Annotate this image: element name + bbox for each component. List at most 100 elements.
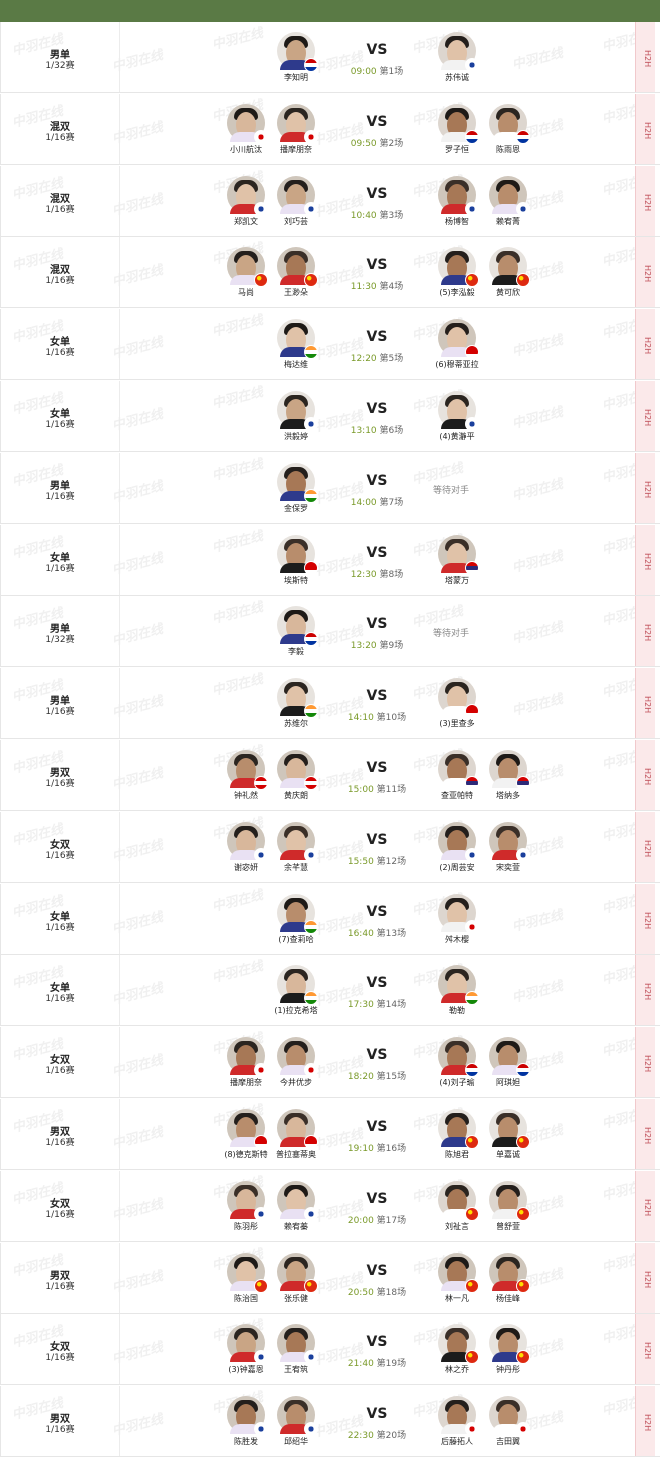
match-row[interactable]: 中羽在线中羽在线中羽在线中羽在线中羽在线中羽在线中羽在线混双1/16赛马尚王渺朵… [0,237,660,308]
h2h-button[interactable]: H2H [635,381,656,451]
player-avatar[interactable] [489,104,530,144]
player-avatar[interactable] [438,176,479,216]
match-row[interactable]: 中羽在线中羽在线中羽在线中羽在线中羽在线中羽在线中羽在线混双1/16赛小川航汰播… [0,94,660,165]
match-row[interactable]: 中羽在线 中羽在线 中羽在线 中羽在线 中羽在线 中羽在线 中羽在线 女单 1/16赛 洪毅婷 (4… [0,381,660,452]
player-card[interactable]: 塔蒙万 [427,535,487,586]
h2h-button[interactable]: H2H [635,166,656,236]
player-avatar[interactable] [489,1324,530,1364]
player-card[interactable]: 埃斯特 [266,535,326,586]
player-card[interactable]: 余芊慧 [266,822,326,873]
player-card[interactable]: 杨佳峰 [478,1253,538,1304]
player-avatar[interactable] [489,1109,530,1149]
player-avatar[interactable] [227,1181,268,1221]
player-avatar[interactable] [227,1037,268,1077]
match-row[interactable]: 中羽在线 中羽在线 中羽在线 中羽在线 中羽在线 中羽在线 中羽在线 女单 1/16赛 埃斯特 塔蒙… [0,525,660,596]
match-row[interactable]: 中羽在线中羽在线中羽在线中羽在线中羽在线中羽在线中羽在线女双1/16赛陈羽彤赖宥… [0,1171,660,1242]
player-avatar[interactable] [227,247,268,287]
player-avatar[interactable] [227,822,268,862]
match-row[interactable]: 中羽在线 中羽在线 中羽在线 中羽在线 中羽在线 中羽在线 中羽在线 男单 1/16赛 金保罗 等待… [0,453,660,524]
player-avatar[interactable] [277,535,318,575]
match-row[interactable]: 中羽在线中羽在线中羽在线中羽在线中羽在线中羽在线中羽在线男双1/16赛(8)德克… [0,1099,660,1170]
match-row[interactable]: 中羽在线 中羽在线 中羽在线 中羽在线 中羽在线 中羽在线 中羽在线 女单 1/16赛 (7)查莉… [0,884,660,955]
player-avatar[interactable] [489,1396,530,1436]
h2h-button[interactable]: H2H [635,1171,656,1241]
h2h-button[interactable]: H2H [635,1027,656,1097]
player-card[interactable]: 吉田翼 [478,1396,538,1447]
player-card[interactable]: 塔纳多 [478,750,538,801]
player-avatar[interactable] [227,1109,268,1149]
player-card[interactable]: 舛木樱 [427,894,487,945]
match-row[interactable]: 中羽在线中羽在线中羽在线中羽在线中羽在线中羽在线中羽在线女双1/16赛(3)钟嘉… [0,1314,660,1385]
player-avatar[interactable] [438,1396,479,1436]
match-row[interactable]: 中羽在线中羽在线中羽在线中羽在线中羽在线中羽在线中羽在线女双1/16赛播摩朋奈今… [0,1027,660,1098]
player-avatar[interactable] [438,1324,479,1364]
player-avatar[interactable] [489,822,530,862]
match-row[interactable]: 中羽在线中羽在线中羽在线中羽在线中羽在线中羽在线中羽在线男双1/16赛陈胜发邱绍… [0,1386,660,1457]
h2h-button[interactable]: H2H [635,812,656,882]
player-card[interactable]: 赖宥蓁 [266,1181,326,1232]
player-card[interactable]: 苏维尔 [266,678,326,729]
match-row[interactable]: 中羽在线中羽在线中羽在线中羽在线中羽在线中羽在线中羽在线混双1/16赛郑凯文刘巧… [0,166,660,237]
player-card[interactable]: 王宥筑 [266,1324,326,1375]
player-avatar[interactable] [277,104,318,144]
player-card[interactable]: 李知明 [266,32,326,83]
player-avatar[interactable] [227,104,268,144]
player-avatar[interactable] [277,822,318,862]
player-avatar[interactable] [438,104,479,144]
player-card[interactable]: 阿琪妲 [478,1037,538,1088]
player-avatar[interactable] [489,176,530,216]
player-avatar[interactable] [277,1181,318,1221]
h2h-button[interactable]: H2H [635,1386,656,1456]
player-avatar[interactable] [438,1253,479,1293]
match-row[interactable]: 中羽在线 中羽在线 中羽在线 中羽在线 中羽在线 中羽在线 中羽在线 男单 1/32赛 李知明 苏伟… [0,22,660,93]
player-card[interactable]: 李毅 [266,606,326,657]
h2h-button[interactable]: H2H [635,668,656,738]
player-avatar[interactable] [277,678,318,718]
player-card[interactable]: 单嘉诚 [478,1109,538,1160]
player-avatar[interactable] [227,176,268,216]
player-avatar[interactable] [277,463,318,503]
player-avatar[interactable] [227,1324,268,1364]
player-avatar[interactable] [438,535,479,575]
player-avatar[interactable] [438,1109,479,1149]
player-avatar[interactable] [277,1037,318,1077]
player-card[interactable]: 钟丹彤 [478,1324,538,1375]
player-avatar[interactable] [438,1181,479,1221]
player-card[interactable]: 勒勒 [427,965,487,1016]
h2h-button[interactable]: H2H [635,94,656,164]
player-avatar[interactable] [438,822,479,862]
player-avatar[interactable] [277,750,318,790]
player-avatar[interactable] [438,678,479,718]
player-card[interactable]: 播摩朋奈 [266,104,326,155]
h2h-button[interactable]: H2H [635,309,656,379]
player-avatar[interactable] [489,247,530,287]
player-avatar[interactable] [277,1253,318,1293]
player-card[interactable]: (1)拉克希塔 [266,965,326,1016]
player-avatar[interactable] [277,894,318,934]
player-avatar[interactable] [277,32,318,72]
h2h-button[interactable]: H2H [635,955,656,1025]
player-card[interactable]: (3)里查多 [427,678,487,729]
player-avatar[interactable] [227,750,268,790]
player-card[interactable]: 苏伟诚 [427,32,487,83]
h2h-button[interactable]: H2H [635,453,656,523]
player-avatar[interactable] [438,894,479,934]
player-card[interactable]: 洪毅婷 [266,391,326,442]
match-row[interactable]: 中羽在线中羽在线中羽在线中羽在线中羽在线中羽在线中羽在线男双1/16赛陈治国张乐… [0,1243,660,1314]
match-row[interactable]: 中羽在线中羽在线中羽在线中羽在线中羽在线中羽在线中羽在线男双1/16赛钟礼然黄庆… [0,740,660,811]
player-avatar[interactable] [277,247,318,287]
h2h-button[interactable]: H2H [635,1243,656,1313]
h2h-button[interactable]: H2H [635,22,656,92]
player-avatar[interactable] [227,1396,268,1436]
player-avatar[interactable] [277,176,318,216]
player-avatar[interactable] [277,965,318,1005]
player-card[interactable]: 黄庆朗 [266,750,326,801]
player-avatar[interactable] [438,750,479,790]
h2h-button[interactable]: H2H [635,525,656,595]
match-row[interactable]: 中羽在线中羽在线中羽在线中羽在线中羽在线中羽在线中羽在线女双1/16赛谢宓妍余芊… [0,812,660,883]
match-row[interactable]: 中羽在线 中羽在线 中羽在线 中羽在线 中羽在线 中羽在线 中羽在线 女单 1/16赛 梅达维 (6… [0,309,660,380]
player-card[interactable]: 张乐健 [266,1253,326,1304]
player-card[interactable]: 金保罗 [266,463,326,514]
h2h-button[interactable]: H2H [635,884,656,954]
player-card[interactable]: 刘巧芸 [266,176,326,227]
